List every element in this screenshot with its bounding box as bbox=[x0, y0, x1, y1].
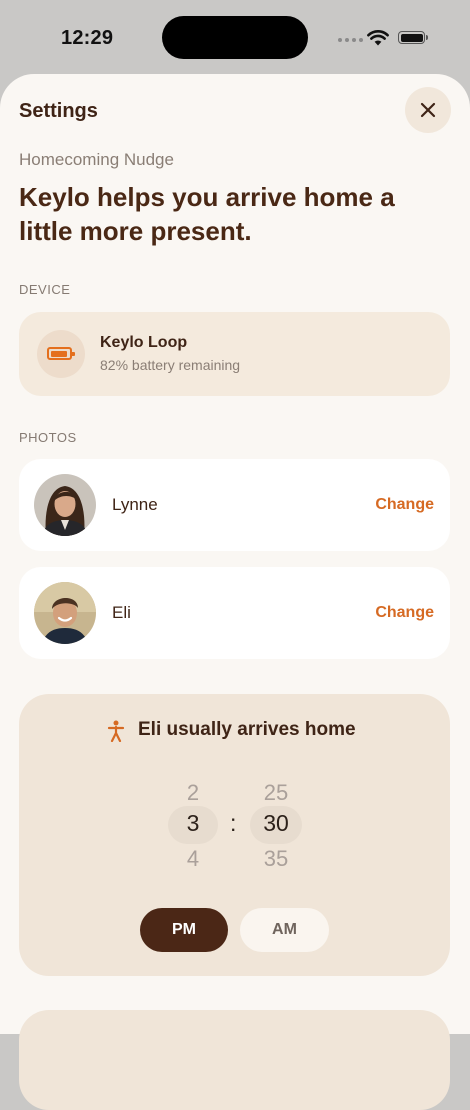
settings-sheet: Settings Homecoming Nudge Keylo helps yo… bbox=[0, 74, 470, 1110]
am-toggle-button[interactable]: AM bbox=[240, 908, 329, 952]
person-name: Lynne bbox=[112, 495, 158, 514]
device-name: Keylo Loop bbox=[100, 334, 188, 351]
battery-icon bbox=[47, 347, 75, 360]
photos-section-label: PHOTOS bbox=[19, 430, 77, 445]
selected-hour[interactable]: 3 bbox=[168, 810, 218, 837]
battery-icon bbox=[398, 31, 428, 44]
wifi-icon bbox=[367, 30, 389, 46]
pm-toggle-button[interactable]: PM bbox=[140, 908, 228, 952]
device-battery-status: 82% battery remaining bbox=[100, 357, 241, 373]
dynamic-island bbox=[162, 16, 308, 59]
device-icon-circle bbox=[37, 330, 85, 378]
time-separator: : bbox=[230, 810, 237, 836]
change-photo-button[interactable]: Change bbox=[375, 604, 434, 622]
avatar-lynne bbox=[34, 474, 96, 536]
feature-headline: Keylo helps you arrive home a little mor… bbox=[19, 182, 395, 246]
change-photo-button[interactable]: Change bbox=[375, 496, 434, 514]
avatar-eli bbox=[34, 582, 96, 644]
device-section-label: DEVICE bbox=[19, 282, 71, 297]
arrival-time-card: Eli usually arrives home 2 3 4 : 25 30 3… bbox=[19, 694, 450, 976]
person-walking-icon bbox=[107, 720, 125, 742]
minute-option[interactable]: 35 bbox=[250, 846, 302, 872]
cellular-signal-icon bbox=[338, 38, 363, 42]
hour-option[interactable]: 4 bbox=[168, 846, 218, 872]
photo-card-lynne: Lynne Change bbox=[19, 459, 450, 551]
status-time: 12:29 bbox=[61, 27, 114, 49]
next-settings-card bbox=[19, 1010, 450, 1110]
status-bar: 12:29 bbox=[0, 0, 470, 74]
close-button[interactable] bbox=[405, 87, 451, 133]
selected-minute[interactable]: 30 bbox=[250, 810, 302, 837]
feature-subtitle: Homecoming Nudge bbox=[19, 150, 174, 169]
device-card[interactable]: Keylo Loop 82% battery remaining bbox=[19, 312, 450, 396]
sheet-title: Settings bbox=[19, 100, 98, 122]
person-name: Eli bbox=[112, 603, 131, 622]
photo-card-eli: Eli Change bbox=[19, 567, 450, 659]
hour-option[interactable]: 2 bbox=[168, 780, 218, 806]
minute-option[interactable]: 25 bbox=[250, 780, 302, 806]
close-icon bbox=[420, 102, 436, 118]
